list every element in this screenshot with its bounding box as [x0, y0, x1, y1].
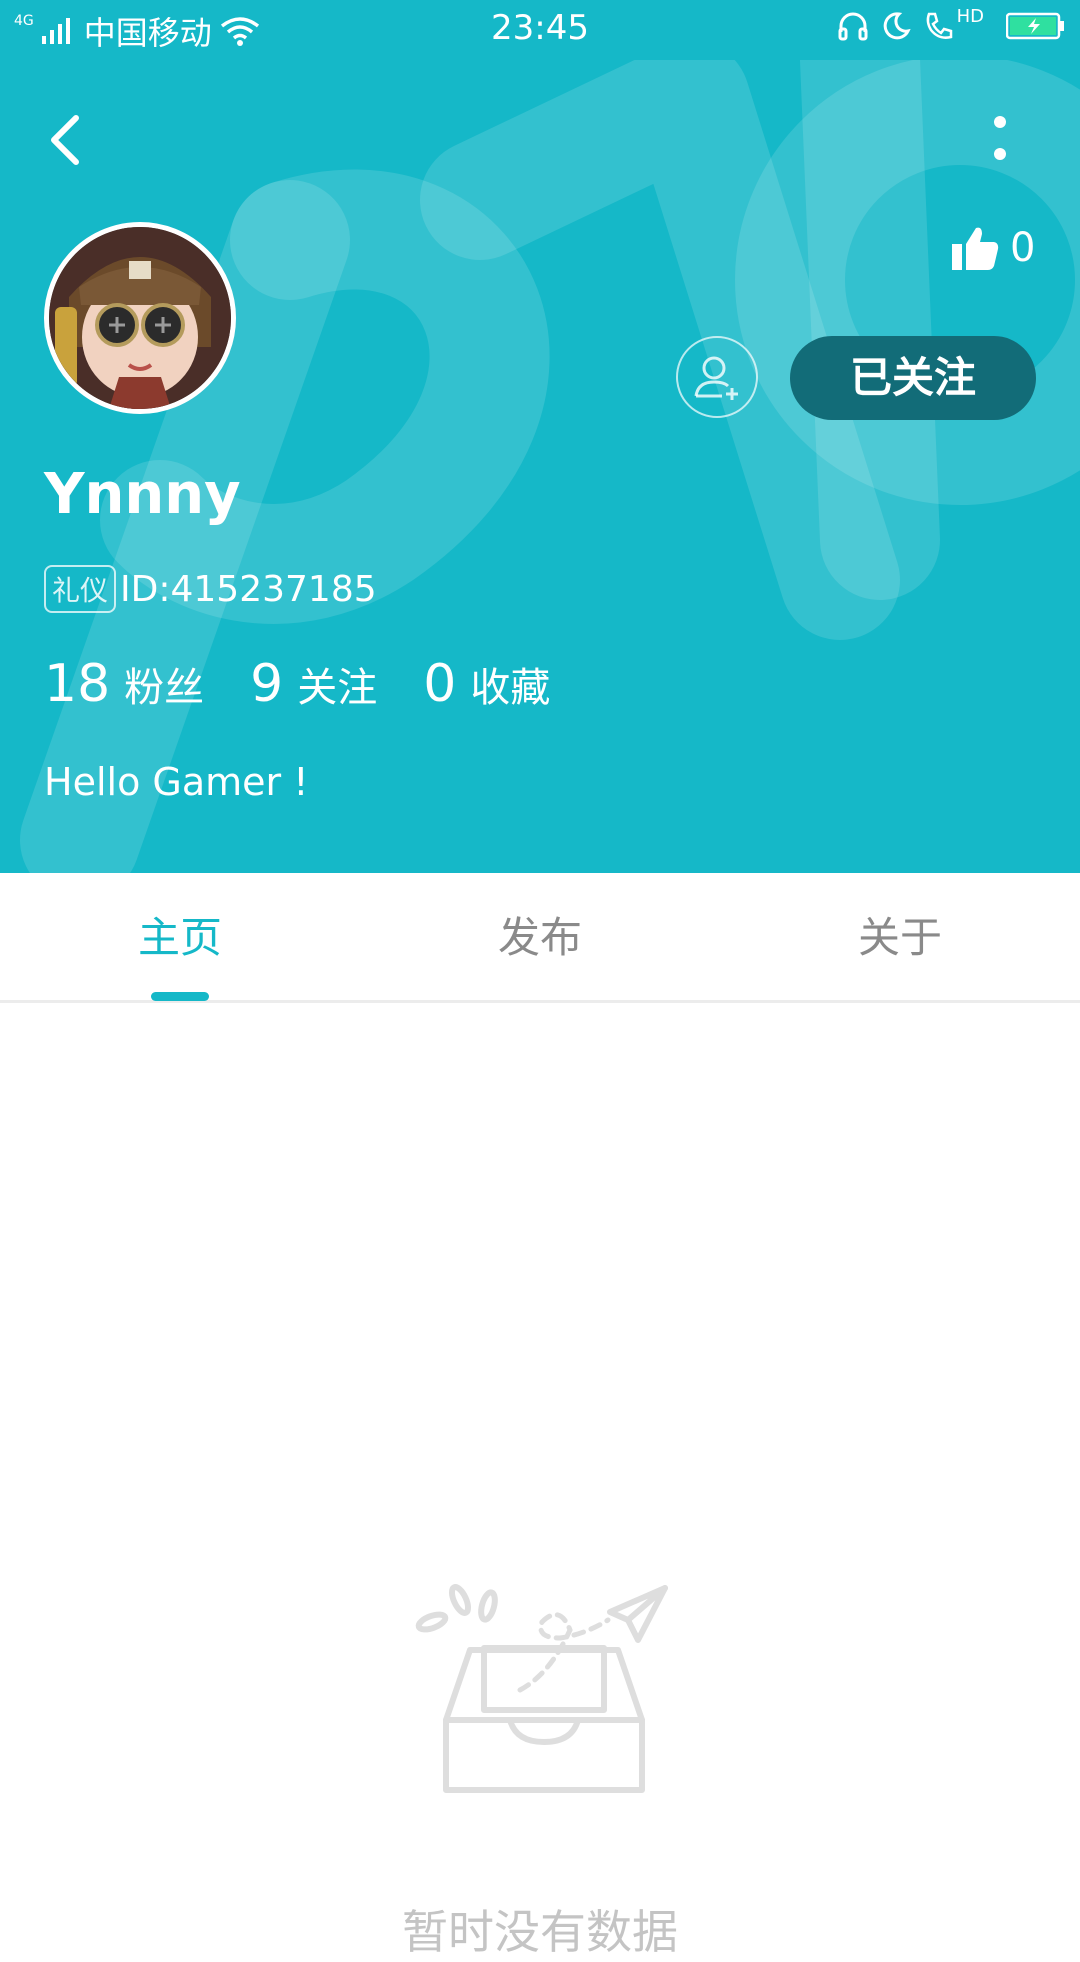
role-badge: 礼仪 [44, 565, 117, 613]
id-row: 礼仪 ID:415237185 [44, 565, 377, 613]
more-options-button[interactable] [980, 104, 1020, 174]
bio: Hello Gamer ! [44, 760, 309, 804]
phone-icon [926, 12, 952, 39]
thumbs-up-icon [952, 227, 999, 270]
hd-label: HD [956, 5, 984, 27]
profile-header: 4G 中国移动 23:45 HD 0 已关注 Ynnny 礼仪 ID:41523… [0, 0, 1080, 873]
stats-row: 18 粉丝 9 关注 0 收藏 [44, 654, 596, 714]
avatar[interactable] [44, 222, 236, 414]
tab-active-indicator [151, 992, 209, 1001]
empty-inbox-icon [415, 1584, 668, 1793]
stat-favorites[interactable]: 0 收藏 [423, 654, 550, 714]
empty-state-text: 暂时没有数据 [402, 1905, 678, 1959]
like-area[interactable]: 0 [950, 224, 1035, 272]
stat-label: 收藏 [470, 665, 551, 711]
stat-label: 关注 [297, 665, 378, 711]
username: Ynnny [44, 462, 241, 527]
stat-value: 0 [423, 654, 457, 714]
back-button[interactable] [40, 104, 96, 174]
tab-posts[interactable]: 发布 [360, 873, 720, 1003]
more-vertical-icon [994, 116, 1006, 160]
stat-label: 粉丝 [124, 665, 205, 711]
chevron-left-icon [51, 115, 79, 165]
stat-value: 9 [250, 654, 284, 714]
user-plus-icon [694, 356, 738, 400]
headphones-icon [838, 12, 868, 41]
tab-bar: 主页 发布 关于 [0, 873, 1080, 1003]
stat-followers[interactable]: 18 粉丝 [44, 654, 204, 714]
status-bar: 4G 中国移动 23:45 HD [0, 0, 1080, 60]
stat-value: 18 [44, 654, 111, 714]
avatar-image [49, 227, 231, 409]
battery-icon [1006, 12, 1064, 40]
user-id: ID:415237185 [120, 568, 377, 610]
tab-about[interactable]: 关于 [720, 873, 1080, 1003]
followed-button[interactable]: 已关注 [790, 336, 1036, 420]
add-friend-button[interactable] [676, 336, 758, 418]
like-count: 0 [1010, 225, 1036, 271]
stat-following[interactable]: 9 关注 [250, 654, 377, 714]
tab-home[interactable]: 主页 [0, 873, 360, 1003]
moon-icon [883, 12, 911, 40]
